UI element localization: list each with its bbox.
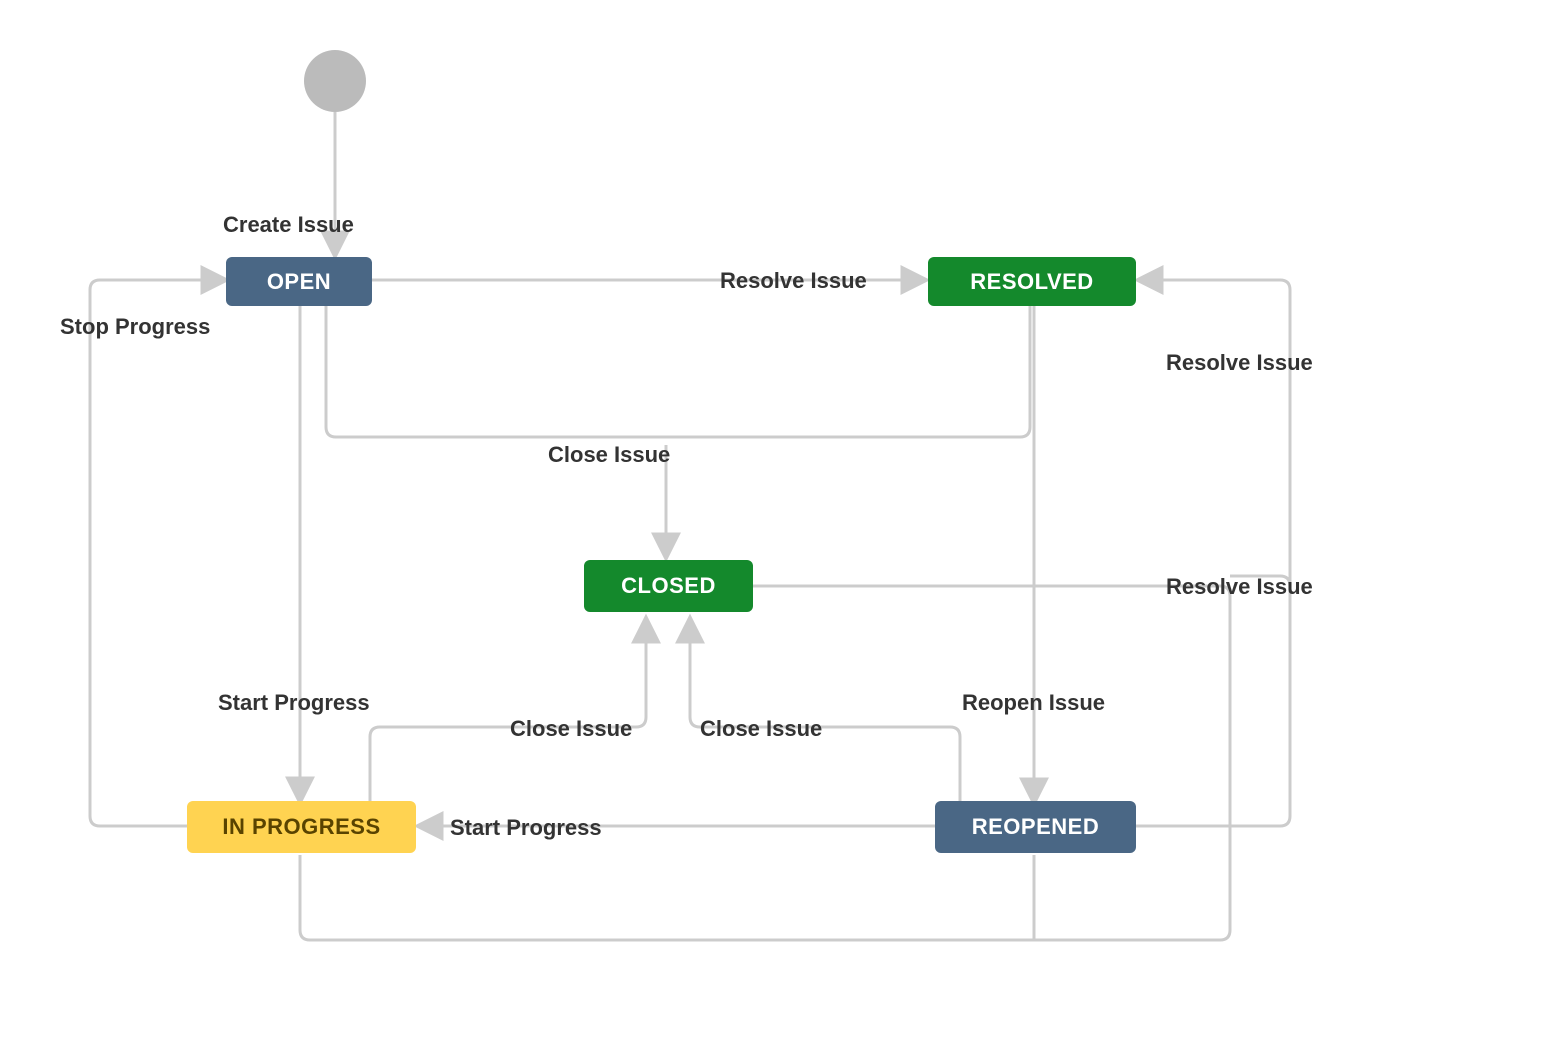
edge-stop-progress: Stop Progress <box>60 314 210 340</box>
state-resolved: RESOLVED <box>928 257 1136 306</box>
workflow-diagram: OPEN RESOLVED CLOSED IN PROGRESS REOPENE… <box>0 0 1557 1047</box>
start-node <box>304 50 366 112</box>
edge-resolve-issue-inprogress: Resolve Issue <box>1166 574 1313 600</box>
state-in-progress: IN PROGRESS <box>187 801 416 853</box>
state-label: OPEN <box>267 269 331 295</box>
edge-reopen-issue: Reopen Issue <box>962 690 1105 716</box>
edge-start-progress-open: Start Progress <box>218 690 370 716</box>
edge-close-issue-top: Close Issue <box>548 442 670 468</box>
state-label: REOPENED <box>972 814 1099 840</box>
state-open: OPEN <box>226 257 372 306</box>
state-closed: CLOSED <box>584 560 753 612</box>
state-label: IN PROGRESS <box>222 814 380 840</box>
state-label: CLOSED <box>621 573 716 599</box>
edge-close-issue-reopened: Close Issue <box>700 716 822 742</box>
edge-start-progress-reopened: Start Progress <box>450 815 602 841</box>
edge-resolve-issue-reopened: Resolve Issue <box>1166 350 1313 376</box>
state-label: RESOLVED <box>970 269 1093 295</box>
connectors-layer <box>0 0 1557 1047</box>
edge-create-issue: Create Issue <box>223 212 354 238</box>
edge-resolve-issue-open: Resolve Issue <box>720 268 867 294</box>
state-reopened: REOPENED <box>935 801 1136 853</box>
edge-close-issue-inprogress: Close Issue <box>510 716 632 742</box>
